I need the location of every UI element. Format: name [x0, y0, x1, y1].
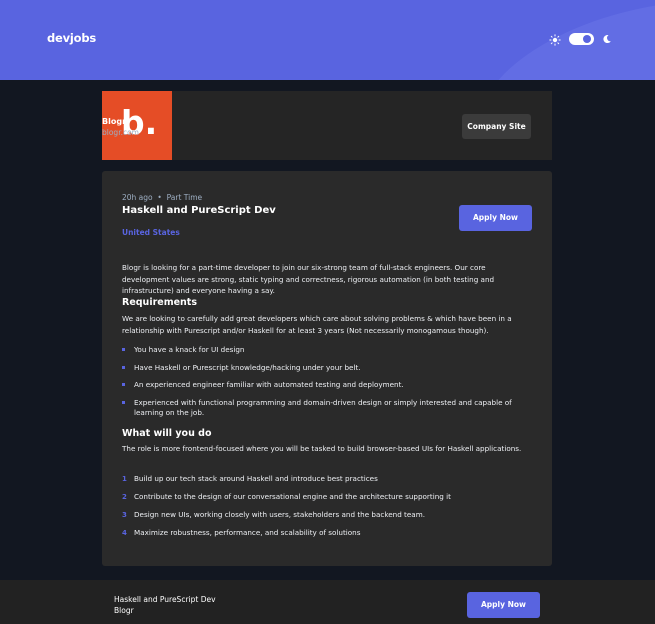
company-name: Blogr: [102, 117, 127, 126]
moon-icon: [603, 35, 611, 44]
list-number: 3: [122, 511, 127, 519]
job-description: Blogr is looking for a part-time develop…: [122, 263, 495, 295]
bullet-icon: [122, 348, 125, 351]
footer-apply-now-button[interactable]: Apply Now: [467, 592, 540, 618]
footer-job-title: Haskell and PureScript Dev: [114, 595, 216, 604]
company-site-button[interactable]: Company Site: [462, 114, 531, 139]
footer-company-name: Blogr: [114, 606, 134, 615]
bullet-icon: [122, 366, 125, 369]
job-title: Haskell and PureScript Dev: [122, 205, 276, 216]
requirements-content: We are looking to carefully add great de…: [122, 314, 512, 335]
company-url[interactable]: blogr.com: [102, 128, 139, 137]
bullet-icon: [122, 383, 125, 386]
sun-icon: [549, 34, 561, 46]
posted-time: 20h ago: [122, 193, 153, 202]
header-decoration: [479, 0, 655, 80]
job-meta: 20h ago • Part Time: [122, 193, 202, 202]
list-number: 4: [122, 529, 127, 537]
list-number: 2: [122, 493, 127, 501]
site-header: devjobs: [0, 0, 655, 80]
job-location: United States: [122, 228, 180, 237]
devjobs-logo[interactable]: devjobs: [47, 31, 96, 45]
list-number: 1: [122, 475, 127, 483]
sticky-footer: [0, 580, 655, 624]
theme-toggle[interactable]: [569, 33, 594, 45]
requirements-heading: Requirements: [122, 297, 198, 308]
apply-now-button[interactable]: Apply Now: [459, 205, 532, 231]
meta-separator: •: [155, 193, 167, 202]
job-type: Part Time: [166, 193, 203, 202]
theme-toggle-knob: [583, 35, 591, 43]
role-content: The role is more frontend-focused where …: [122, 444, 522, 453]
bullet-icon: [122, 401, 125, 404]
role-heading: What will you do: [122, 428, 212, 439]
